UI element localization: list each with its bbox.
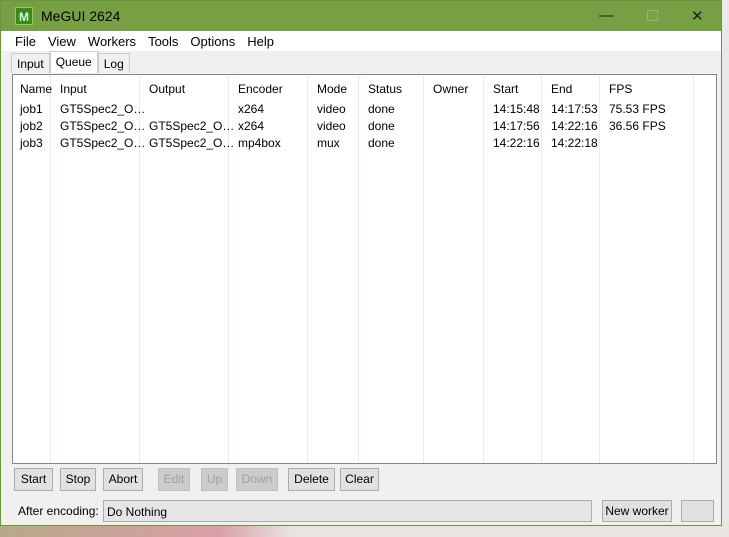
cell-fps[interactable]: 36.56 FPS xyxy=(609,119,666,133)
menu-bar: File View Workers Tools Options Help xyxy=(1,31,721,51)
menu-help[interactable]: Help xyxy=(247,34,274,49)
cell-output[interactable]: GT5Spec2_O… xyxy=(149,119,234,133)
cell-mode[interactable]: mux xyxy=(317,136,340,150)
column-header-input[interactable]: Input xyxy=(60,82,87,96)
column-header-mode[interactable]: Mode xyxy=(317,82,347,96)
edit-button[interactable]: Edit xyxy=(158,468,190,491)
megui-logo-icon: M xyxy=(15,7,33,25)
column-divider[interactable] xyxy=(50,75,51,463)
window-title: MeGUI 2624 xyxy=(41,8,121,24)
new-worker-button[interactable]: New worker xyxy=(602,500,672,522)
column-header-output[interactable]: Output xyxy=(149,82,185,96)
abort-button[interactable]: Abort xyxy=(103,468,143,491)
cell-name[interactable]: job1 xyxy=(20,102,43,116)
tab-log[interactable]: Log xyxy=(97,53,130,73)
column-divider[interactable] xyxy=(541,75,542,463)
cell-end[interactable]: 14:22:18 xyxy=(551,136,598,150)
maximize-icon[interactable]: ☐ xyxy=(646,7,659,25)
column-divider[interactable] xyxy=(228,75,229,463)
cell-name[interactable]: job3 xyxy=(20,136,43,150)
delete-button[interactable]: Delete xyxy=(288,468,335,491)
column-header-owner[interactable]: Owner xyxy=(433,82,468,96)
column-header-end[interactable]: End xyxy=(551,82,572,96)
cell-encoder[interactable]: mp4box xyxy=(238,136,281,150)
column-header-start[interactable]: Start xyxy=(493,82,518,96)
cell-end[interactable]: 14:17:53 xyxy=(551,102,598,116)
close-icon[interactable]: ✕ xyxy=(691,7,704,25)
column-divider[interactable] xyxy=(358,75,359,463)
cell-start[interactable]: 14:17:56 xyxy=(493,119,540,133)
menu-file[interactable]: File xyxy=(15,34,36,49)
cell-start[interactable]: 14:22:16 xyxy=(493,136,540,150)
cell-mode[interactable]: video xyxy=(317,102,346,116)
cell-encoder[interactable]: x264 xyxy=(238,102,264,116)
minimize-icon[interactable]: — xyxy=(599,7,614,24)
background-window-edge xyxy=(722,0,729,537)
cell-end[interactable]: 14:22:16 xyxy=(551,119,598,133)
column-divider[interactable] xyxy=(693,75,694,463)
down-button[interactable]: Down xyxy=(236,468,278,491)
column-divider[interactable] xyxy=(423,75,424,463)
column-divider[interactable] xyxy=(483,75,484,463)
menu-tools[interactable]: Tools xyxy=(148,34,178,49)
cell-output[interactable]: GT5Spec2_O… xyxy=(149,136,234,150)
after-encoding-label: After encoding: xyxy=(18,504,99,518)
start-button[interactable]: Start xyxy=(14,468,53,491)
clear-button[interactable]: Clear xyxy=(340,468,379,491)
column-header-status[interactable]: Status xyxy=(368,82,402,96)
menu-options[interactable]: Options xyxy=(190,34,235,49)
after-encoding-value: Do Nothing xyxy=(107,505,168,519)
cell-input[interactable]: GT5Spec2_O… xyxy=(60,119,145,133)
menu-view[interactable]: View xyxy=(48,34,76,49)
cell-input[interactable]: GT5Spec2_O… xyxy=(60,102,145,116)
cell-status[interactable]: done xyxy=(368,136,395,150)
title-bar[interactable]: M MeGUI 2624 — ☐ ✕ xyxy=(1,1,721,31)
cell-mode[interactable]: video xyxy=(317,119,346,133)
menu-workers[interactable]: Workers xyxy=(88,34,136,49)
stop-button[interactable]: Stop xyxy=(60,468,96,491)
cell-start[interactable]: 14:15:48 xyxy=(493,102,540,116)
queue-list[interactable]: Name Input Output Encoder Mode Status Owner Sta… xyxy=(12,74,717,464)
tab-queue[interactable]: Queue xyxy=(49,51,98,73)
column-header-fps[interactable]: FPS xyxy=(609,82,632,96)
cell-fps[interactable]: 75.53 FPS xyxy=(609,102,666,116)
cell-encoder[interactable]: x264 xyxy=(238,119,264,133)
tab-input[interactable]: Input xyxy=(11,53,50,73)
cell-input[interactable]: GT5Spec2_O… xyxy=(60,136,145,150)
after-encoding-select[interactable]: Do Nothing xyxy=(103,500,592,522)
column-header-name[interactable]: Name xyxy=(20,82,52,96)
megui-window: M MeGUI 2624 — ☐ ✕ File View Workers Too… xyxy=(0,0,722,526)
tab-strip: Input Queue Log xyxy=(11,51,130,73)
column-divider[interactable] xyxy=(599,75,600,463)
up-button[interactable]: Up xyxy=(201,468,228,491)
column-header-encoder[interactable]: Encoder xyxy=(238,82,283,96)
cell-status[interactable]: done xyxy=(368,119,395,133)
cell-status[interactable]: done xyxy=(368,102,395,116)
cell-name[interactable]: job2 xyxy=(20,119,43,133)
extra-button[interactable] xyxy=(681,500,714,522)
column-divider[interactable] xyxy=(139,75,140,463)
column-divider[interactable] xyxy=(307,75,308,463)
